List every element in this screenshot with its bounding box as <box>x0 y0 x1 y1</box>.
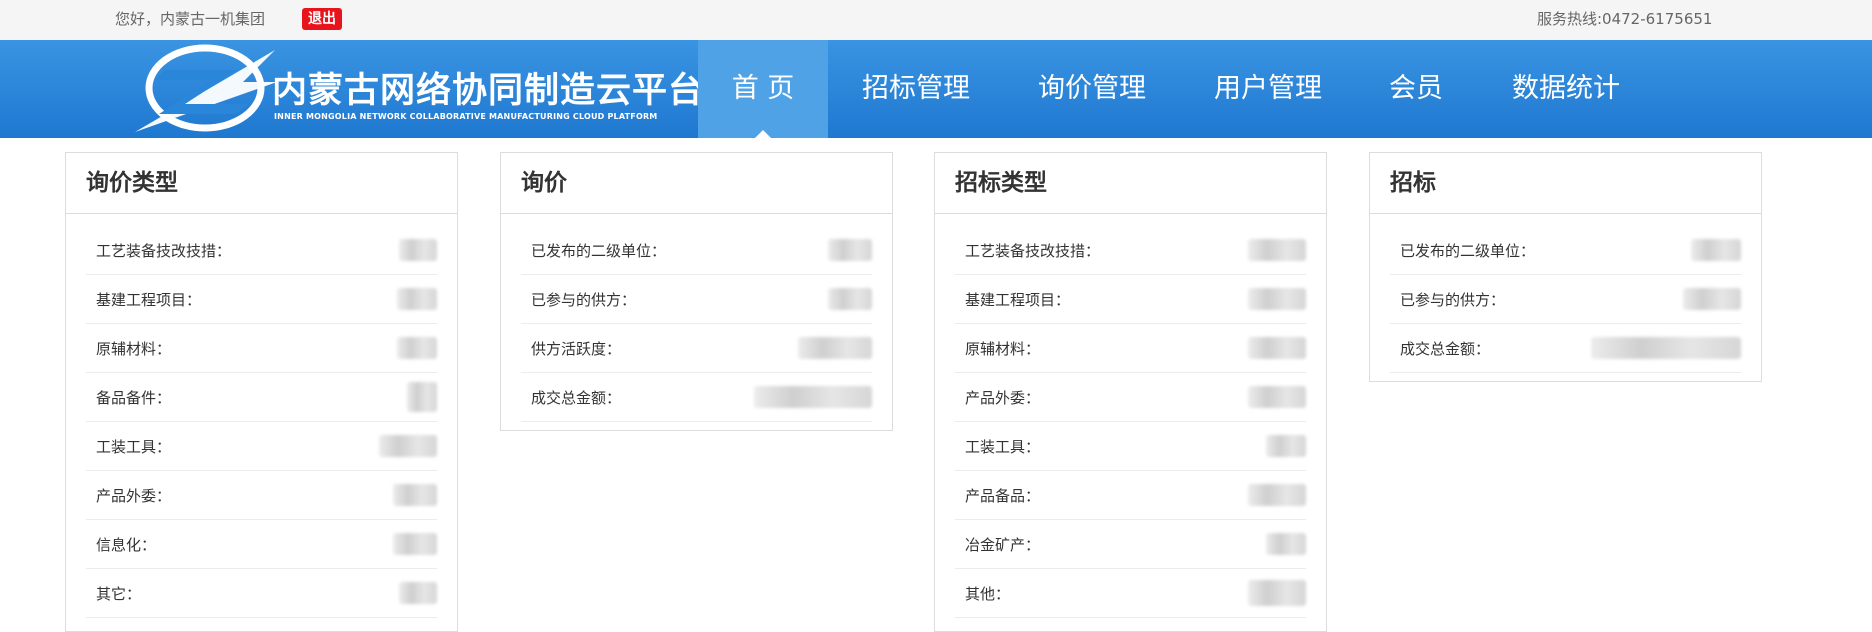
row-label: 原辅材料： <box>965 339 1041 358</box>
list-item: 工艺装备技改技措： <box>955 226 1306 275</box>
row-label: 工艺装备技改技措： <box>96 241 232 260</box>
list-item: 原辅材料： <box>86 324 437 373</box>
row-label: 备品备件： <box>96 388 172 407</box>
blurred-value <box>1248 337 1306 359</box>
panel-title: 招标 <box>1370 153 1761 214</box>
panel-inquiry-types: 询价类型 工艺装备技改技措： 基建工程项目： 原辅材料： 备品备件： 工装工具：… <box>65 152 458 632</box>
row-label: 已参与的供方： <box>531 290 637 309</box>
greeting-text: 您好，内蒙古一机集团 <box>115 10 266 28</box>
list-item: 备品备件： <box>86 373 437 422</box>
row-label: 已发布的二级单位： <box>1400 241 1536 260</box>
nav-user-management[interactable]: 用户管理 <box>1180 40 1356 138</box>
row-label: 已参与的供方： <box>1400 290 1506 309</box>
row-label: 产品备品： <box>965 486 1041 505</box>
list-item: 已参与的供方： <box>1390 275 1741 324</box>
blurred-value <box>1591 337 1741 359</box>
list-item: 产品外委： <box>86 471 437 520</box>
panel-tender: 招标 已发布的二级单位： 已参与的供方： 成交总金额： <box>1369 152 1762 382</box>
row-label: 其它： <box>96 584 142 603</box>
list-item: 成交总金额： <box>1390 324 1741 373</box>
blurred-value <box>1266 533 1306 555</box>
row-label: 产品外委： <box>965 388 1041 407</box>
row-label: 工装工具： <box>965 437 1041 456</box>
list-item: 已参与的供方： <box>521 275 872 324</box>
blurred-value <box>1248 386 1306 408</box>
list-item: 其它： <box>86 569 437 618</box>
header: 内蒙古网络协同制造云平台 INNER MONGOLIA NETWORK COLL… <box>0 40 1872 138</box>
row-label: 工装工具： <box>96 437 172 456</box>
list-item: 基建工程项目： <box>86 275 437 324</box>
row-label: 信息化： <box>96 535 157 554</box>
panel-title: 询价类型 <box>66 153 457 214</box>
blurred-value <box>397 288 437 310</box>
top-bar: 您好，内蒙古一机集团 退出 服务热线:0472-6175651 <box>0 0 1872 40</box>
row-label: 原辅材料： <box>96 339 172 358</box>
blurred-value <box>407 382 437 412</box>
blurred-value <box>379 435 437 457</box>
list-item: 产品备品： <box>955 471 1306 520</box>
blurred-value <box>393 533 437 555</box>
logo-subtitle: INNER MONGOLIA NETWORK COLLABORATIVE MAN… <box>274 112 658 121</box>
blurred-value <box>399 582 437 604</box>
list-item: 成交总金额： <box>521 373 872 422</box>
panel-title: 招标类型 <box>935 153 1326 214</box>
blurred-value <box>399 239 437 261</box>
nav-member[interactable]: 会员 <box>1356 40 1476 138</box>
row-label: 冶金矿产： <box>965 535 1041 554</box>
nav-tender-management[interactable]: 招标管理 <box>828 40 1004 138</box>
blurred-value <box>828 288 872 310</box>
logout-button[interactable]: 退出 <box>302 8 342 30</box>
list-item: 已发布的二级单位： <box>521 226 872 275</box>
list-item: 冶金矿产： <box>955 520 1306 569</box>
blurred-value <box>1691 239 1741 261</box>
row-label: 成交总金额： <box>1400 339 1491 358</box>
logo-icon <box>125 42 285 142</box>
list-item: 工装工具： <box>955 422 1306 471</box>
list-item: 其他： <box>955 569 1306 618</box>
list-item: 原辅材料： <box>955 324 1306 373</box>
blurred-value <box>828 239 872 261</box>
row-label: 基建工程项目： <box>965 290 1071 309</box>
list-item: 产品外委： <box>955 373 1306 422</box>
list-item: 工装工具： <box>86 422 437 471</box>
blurred-value <box>1248 580 1306 606</box>
panel-tender-types: 招标类型 工艺装备技改技措： 基建工程项目： 原辅材料： 产品外委： 工装工具：… <box>934 152 1327 632</box>
row-label: 基建工程项目： <box>96 290 202 309</box>
list-item: 已发布的二级单位： <box>1390 226 1741 275</box>
blurred-value <box>1266 435 1306 457</box>
blurred-value <box>754 386 872 408</box>
nav-statistics[interactable]: 数据统计 <box>1476 40 1656 138</box>
blurred-value <box>393 484 437 506</box>
list-item: 工艺装备技改技措： <box>86 226 437 275</box>
panel-title: 询价 <box>501 153 892 214</box>
blurred-value <box>1248 288 1306 310</box>
blurred-value <box>1248 239 1306 261</box>
row-label: 已发布的二级单位： <box>531 241 667 260</box>
nav-inquiry-management[interactable]: 询价管理 <box>1004 40 1180 138</box>
blurred-value <box>1683 288 1741 310</box>
nav-home[interactable]: 首 页 <box>698 40 828 138</box>
main-nav: 首 页 招标管理 询价管理 用户管理 会员 数据统计 <box>698 40 1656 138</box>
list-item: 基建工程项目： <box>955 275 1306 324</box>
row-label: 其他： <box>965 584 1011 603</box>
blurred-value <box>1248 484 1306 506</box>
blurred-value <box>397 337 437 359</box>
panel-inquiry: 询价 已发布的二级单位： 已参与的供方： 供方活跃度： 成交总金额： <box>500 152 893 431</box>
list-item: 供方活跃度： <box>521 324 872 373</box>
service-hotline: 服务热线:0472-6175651 <box>1537 10 1713 28</box>
row-label: 成交总金额： <box>531 388 622 407</box>
row-label: 工艺装备技改技措： <box>965 241 1101 260</box>
list-item: 信息化： <box>86 520 437 569</box>
logo-title: 内蒙古网络协同制造云平台 <box>272 71 705 111</box>
blurred-value <box>798 337 872 359</box>
row-label: 供方活跃度： <box>531 339 622 358</box>
row-label: 产品外委： <box>96 486 172 505</box>
